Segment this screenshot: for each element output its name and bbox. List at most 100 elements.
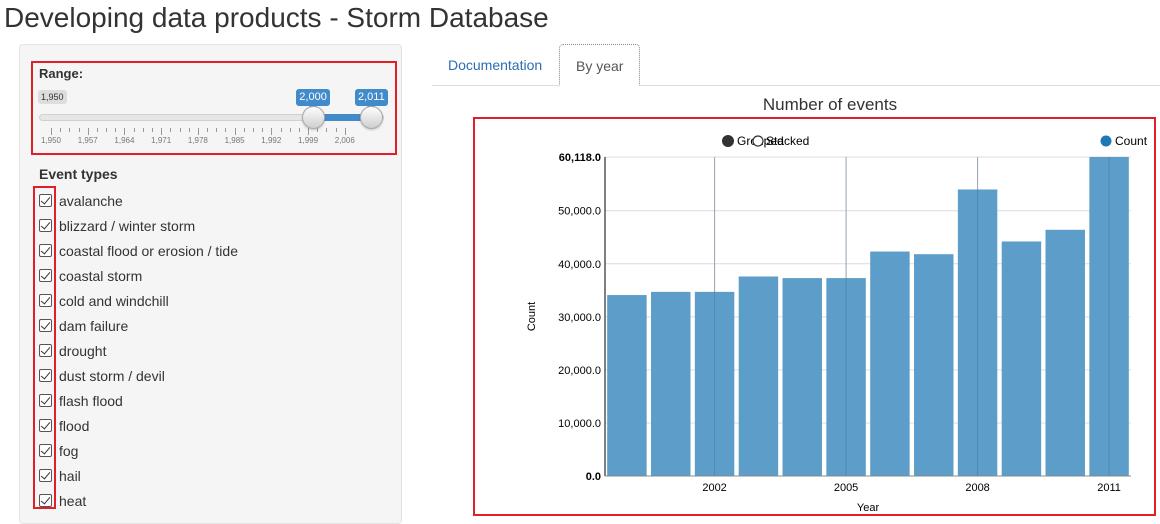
slider-grid-label: 2,006 bbox=[334, 136, 355, 145]
slider-minor-tick bbox=[133, 128, 135, 132]
event-type-label: fog bbox=[59, 442, 79, 459]
x-tick-label: 2002 bbox=[702, 482, 726, 494]
y-tick-label: 40,000.0 bbox=[558, 259, 601, 271]
bar bbox=[914, 254, 954, 476]
event-type-label: blizzard / winter storm bbox=[59, 217, 196, 234]
slider-tick bbox=[308, 128, 310, 135]
slider-grid-label: 1,985 bbox=[224, 136, 245, 145]
slider-min-label: 1,950 bbox=[38, 90, 67, 104]
slider-grid-label: 1,971 bbox=[151, 136, 172, 145]
event-type-item[interactable]: dust storm / devil bbox=[39, 363, 238, 388]
slider-grid-label: 1,978 bbox=[187, 136, 208, 145]
event-type-item[interactable]: blizzard / winter storm bbox=[39, 213, 238, 238]
slider-grid-label: 1,964 bbox=[114, 136, 135, 145]
slider-minor-tick bbox=[106, 128, 108, 132]
bar-chart: 0.0 10,000.0 20,000.0 30,000.0 40,000.0 50,00… bbox=[526, 134, 1148, 514]
y-tick-label: 30,000.0 bbox=[558, 312, 601, 324]
x-tick-label: 2011 bbox=[1097, 482, 1121, 494]
event-type-item[interactable]: coastal flood or erosion / tide bbox=[39, 238, 238, 263]
slider-to-label: 2,011 bbox=[355, 89, 388, 110]
bar bbox=[738, 276, 779, 476]
slider-minor-tick bbox=[60, 128, 62, 132]
bar bbox=[1045, 229, 1085, 476]
slider-tick bbox=[271, 128, 273, 135]
slider-grid-label: 1,992 bbox=[261, 136, 282, 145]
slider-minor-tick bbox=[335, 128, 337, 132]
x-tick-label: 2005 bbox=[834, 482, 858, 494]
slider-grid-label: 1,950 bbox=[40, 136, 62, 145]
grouped-radio-icon bbox=[722, 135, 734, 147]
chart-title: Number of events bbox=[762, 95, 898, 114]
event-type-label: hail bbox=[59, 467, 81, 484]
bar bbox=[651, 291, 691, 476]
slider-tick bbox=[161, 128, 163, 135]
slider-minor-tick bbox=[225, 128, 227, 132]
tab-documentation[interactable]: Documentation bbox=[432, 44, 558, 86]
y-tick-label: 20,000.0 bbox=[558, 365, 601, 377]
bar bbox=[782, 278, 822, 476]
slider-grid-label: 1,999 bbox=[298, 136, 319, 145]
slider-tick bbox=[197, 128, 199, 135]
event-type-item[interactable]: dam failure bbox=[39, 313, 238, 338]
slider-minor-tick bbox=[252, 128, 254, 132]
slider-minor-tick bbox=[179, 128, 181, 132]
event-type-item[interactable]: flood bbox=[39, 413, 238, 438]
slider-minor-tick bbox=[207, 128, 209, 132]
event-type-item[interactable]: cold and windchill bbox=[39, 288, 238, 313]
slider-tick bbox=[234, 128, 236, 135]
slider-minor-tick bbox=[216, 128, 218, 132]
slider-minor-tick bbox=[188, 128, 190, 132]
y-axis-label: Count bbox=[526, 302, 538, 331]
event-type-label: flood bbox=[59, 417, 90, 434]
event-type-item[interactable]: flash flood bbox=[39, 388, 238, 413]
event-type-label: avalanche bbox=[59, 192, 123, 209]
stacked-control-label: Stacked bbox=[766, 134, 809, 148]
slider-minor-tick bbox=[298, 128, 300, 132]
slider-minor-tick bbox=[115, 128, 117, 132]
slider-tick bbox=[87, 128, 89, 135]
slider-minor-tick bbox=[280, 128, 282, 132]
x-tick-label: 2008 bbox=[965, 482, 989, 494]
event-type-item[interactable]: heat bbox=[39, 488, 238, 513]
x-axis-label: Year bbox=[857, 502, 880, 514]
y-tick-label: 10,000.0 bbox=[558, 418, 601, 430]
slider-minor-tick bbox=[151, 128, 153, 132]
legend-count-icon bbox=[1100, 135, 1112, 147]
bar bbox=[870, 251, 910, 476]
slider-minor-tick bbox=[289, 128, 291, 132]
range-label: Range: bbox=[39, 66, 84, 81]
event-types-label: Event types bbox=[39, 166, 118, 182]
checkbox-highlight-box bbox=[33, 186, 56, 509]
event-type-item[interactable]: coastal storm bbox=[39, 263, 238, 288]
slider-minor-tick bbox=[78, 128, 80, 132]
slider-minor-tick bbox=[69, 128, 71, 132]
legend-count-label: Count bbox=[1115, 134, 1148, 148]
event-types-list: avalanche blizzard / winter storm coastal … bbox=[39, 188, 238, 513]
slider-minor-tick bbox=[262, 128, 264, 132]
slider-tick bbox=[344, 128, 346, 135]
y-tick-label: 60,118.0 bbox=[559, 152, 601, 164]
tab-by-year[interactable]: By year bbox=[559, 44, 641, 86]
event-type-item[interactable]: fog bbox=[39, 438, 238, 463]
event-type-label: dam failure bbox=[59, 317, 129, 334]
slider-minor-tick bbox=[317, 128, 319, 132]
slider-tick bbox=[51, 128, 52, 135]
event-type-label: coastal storm bbox=[59, 267, 143, 284]
stacked-radio-icon bbox=[752, 135, 764, 147]
slider-tick bbox=[124, 128, 126, 135]
event-type-item[interactable]: hail bbox=[39, 463, 238, 488]
y-tick-label: 0.0 bbox=[586, 471, 601, 483]
slider-minor-tick bbox=[326, 128, 328, 132]
tabs-divider bbox=[432, 85, 1160, 86]
slider-to-handle[interactable] bbox=[360, 106, 383, 129]
page-title: Developing data products - Storm Databas… bbox=[4, 2, 549, 33]
event-type-item[interactable]: drought bbox=[39, 338, 238, 363]
event-type-item[interactable]: avalanche bbox=[39, 188, 238, 213]
slider-grid-label: 1,957 bbox=[77, 136, 98, 145]
slider-minor-tick bbox=[96, 128, 98, 132]
event-type-label: cold and windchill bbox=[59, 292, 169, 309]
event-type-label: drought bbox=[59, 342, 107, 359]
bar bbox=[607, 295, 647, 476]
slider-from-label: 2,000 bbox=[296, 89, 330, 110]
event-type-label: flash flood bbox=[59, 392, 123, 409]
